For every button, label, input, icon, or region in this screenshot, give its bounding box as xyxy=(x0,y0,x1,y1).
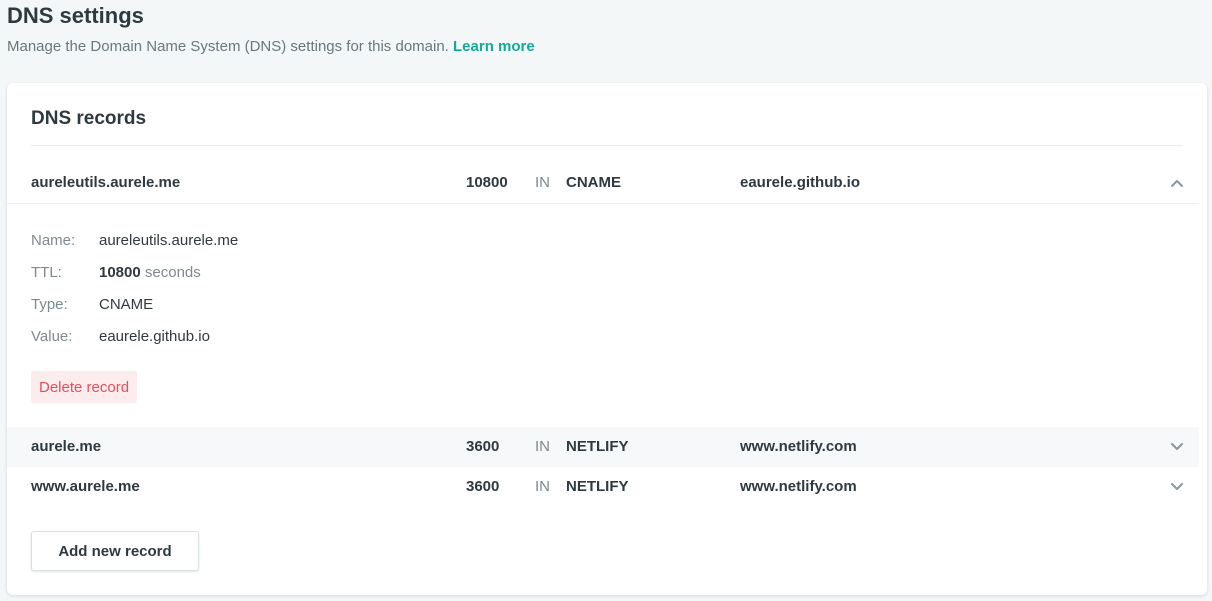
page-header: DNS settings Manage the Domain Name Syst… xyxy=(7,0,1202,57)
detail-ttl-value: 10800 xyxy=(99,264,141,281)
record-type: NETLIFY xyxy=(566,438,629,455)
page-description-text: Manage the Domain Name System (DNS) sett… xyxy=(7,38,449,55)
chevron-up-icon[interactable] xyxy=(1169,175,1185,191)
detail-value-line: Value: eaurele.github.io xyxy=(31,321,238,353)
detail-ttl-label: TTL: xyxy=(31,264,62,281)
record-details: Name: aureleutils.aurele.me TTL: 10800 sec… xyxy=(31,225,238,353)
detail-type-line: Type: CNAME xyxy=(31,289,238,321)
detail-type-label: Type: xyxy=(31,296,68,313)
detail-ttl-unit: seconds xyxy=(144,264,201,281)
record-value: www.netlify.com xyxy=(740,438,857,455)
record-ttl: 3600 xyxy=(466,478,500,495)
card-title: DNS records xyxy=(31,108,147,129)
record-name: www.aurele.me xyxy=(31,478,140,495)
detail-name-value: aureleutils.aurele.me xyxy=(99,232,239,249)
record-class: IN xyxy=(535,174,550,191)
record-ttl: 10800 xyxy=(466,174,508,191)
dns-records-card: DNS records aureleutils.aurele.me 10800 … xyxy=(7,83,1207,595)
add-new-record-button[interactable]: Add new record xyxy=(31,531,199,571)
record-name: aureleutils.aurele.me xyxy=(31,174,181,191)
page-description: Manage the Domain Name System (DNS) sett… xyxy=(7,37,1202,57)
dns-record-row[interactable]: www.aurele.me 3600 IN NETLIFY www.netlif… xyxy=(7,467,1199,507)
detail-type-value: CNAME xyxy=(99,296,154,313)
card-divider xyxy=(31,145,1183,146)
record-value: eaurele.github.io xyxy=(740,174,861,191)
page-title: DNS settings xyxy=(7,3,144,28)
delete-record-button[interactable]: Delete record xyxy=(31,371,138,403)
record-type: CNAME xyxy=(566,174,621,191)
detail-name-label: Name: xyxy=(31,232,76,249)
detail-name-line: Name: aureleutils.aurele.me xyxy=(31,225,238,257)
detail-value-label: Value: xyxy=(31,328,73,345)
record-value: www.netlify.com xyxy=(740,478,857,495)
learn-more-link[interactable]: Learn more xyxy=(453,38,535,55)
record-class: IN xyxy=(535,438,550,455)
detail-value-value: eaurele.github.io xyxy=(99,328,210,345)
dns-record-row[interactable]: aureleutils.aurele.me 10800 IN CNAME eau… xyxy=(7,163,1199,204)
chevron-down-icon[interactable] xyxy=(1169,479,1185,495)
record-name: aurele.me xyxy=(31,438,102,455)
record-type: NETLIFY xyxy=(566,478,629,495)
dns-record-row[interactable]: aurele.me 3600 IN NETLIFY www.netlify.co… xyxy=(7,427,1199,467)
record-class: IN xyxy=(535,478,550,495)
detail-ttl-line: TTL: 10800 seconds xyxy=(31,257,238,289)
record-ttl: 3600 xyxy=(466,438,500,455)
chevron-down-icon[interactable] xyxy=(1169,439,1185,455)
